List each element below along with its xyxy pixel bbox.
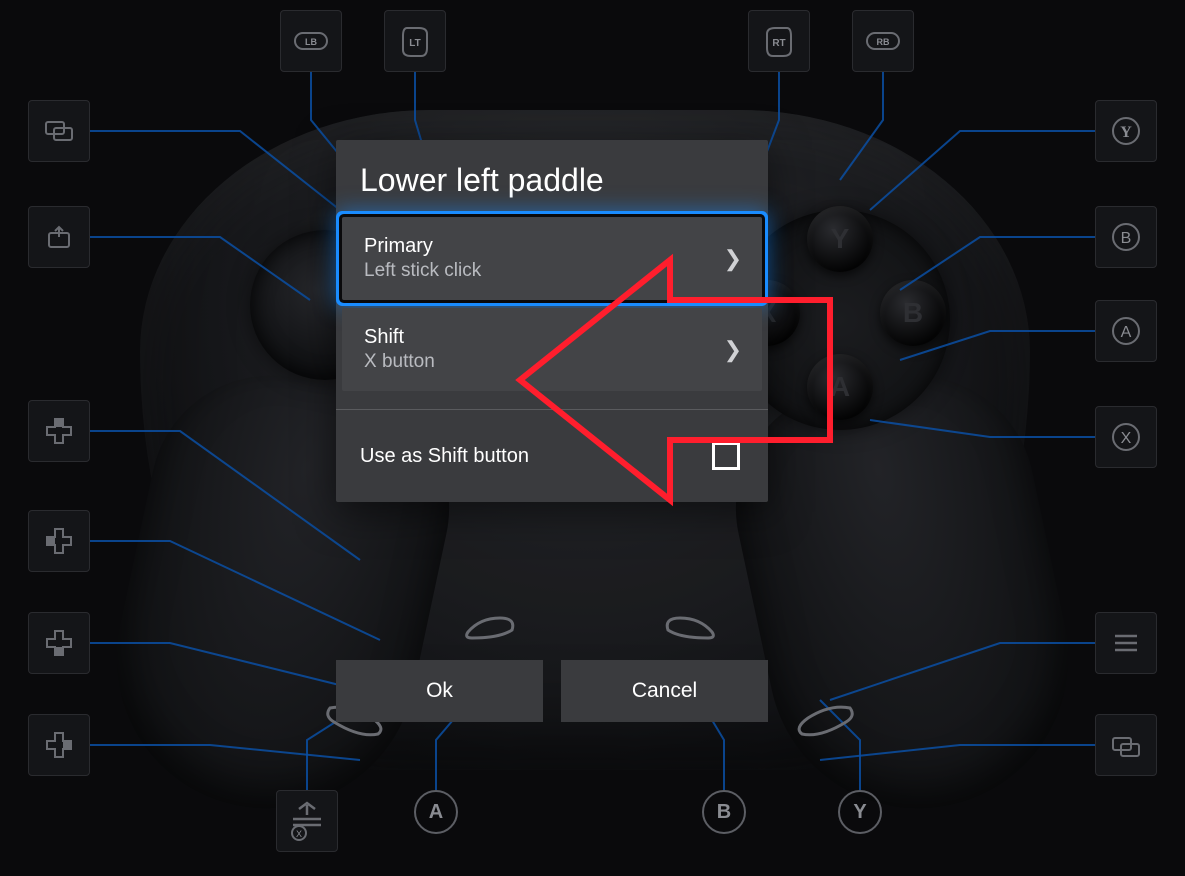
view-button-icon <box>44 120 74 142</box>
map-slot-x[interactable]: X <box>1095 406 1157 468</box>
map-slot-a[interactable]: A <box>1095 300 1157 362</box>
dpad-up-icon <box>45 417 73 445</box>
map-slot-paddle-a[interactable]: A <box>414 790 458 834</box>
svg-text:B: B <box>1121 230 1132 247</box>
left-stick-shift-icon: X <box>287 801 327 841</box>
svg-text:RB: RB <box>877 37 890 47</box>
share-button-icon <box>45 225 73 249</box>
chevron-right-icon: ❯ <box>724 246 742 272</box>
paddle-lower-right-icon <box>790 700 860 740</box>
paddle-mapping-dialog: Lower left paddle Primary Left stick cli… <box>336 140 768 502</box>
map-slot-menu[interactable] <box>1095 612 1157 674</box>
face-button-y: Y <box>807 206 873 272</box>
rb-icon: RB <box>865 29 901 53</box>
use-as-shift-row[interactable]: Use as Shift button <box>336 410 768 502</box>
map-slot-view[interactable] <box>28 100 90 162</box>
use-as-shift-label: Use as Shift button <box>360 445 529 468</box>
map-slot-dpad-down[interactable] <box>28 612 90 674</box>
dpad-down-icon <box>45 629 73 657</box>
cancel-button[interactable]: Cancel <box>561 660 768 722</box>
svg-text:Y: Y <box>1120 124 1132 141</box>
face-button-a: A <box>807 354 873 420</box>
map-slot-paddle-y[interactable]: Y <box>838 790 882 834</box>
ok-button[interactable]: Ok <box>336 660 543 722</box>
x-label-icon: X <box>1111 422 1141 452</box>
primary-label: Primary <box>364 235 740 258</box>
dpad-right-icon <box>45 731 73 759</box>
rt-icon: RT <box>763 24 795 58</box>
svg-text:LB: LB <box>305 37 317 47</box>
map-slot-rb[interactable]: RB <box>852 10 914 72</box>
lb-icon: LB <box>293 29 329 53</box>
shift-value: X button <box>364 351 740 373</box>
map-slot-right-stick[interactable] <box>1095 714 1157 776</box>
shift-label: Shift <box>364 326 740 349</box>
use-as-shift-checkbox[interactable] <box>712 442 740 470</box>
map-slot-y[interactable]: Y <box>1095 100 1157 162</box>
map-slot-left-stick-shift[interactable]: X <box>276 790 338 852</box>
svg-text:X: X <box>1121 430 1132 447</box>
primary-mapping-option[interactable]: Primary Left stick click ❯ <box>342 217 762 300</box>
a-label-icon: A <box>1111 316 1141 346</box>
map-slot-b[interactable]: B <box>1095 206 1157 268</box>
primary-value: Left stick click <box>364 260 740 282</box>
map-slot-rt[interactable]: RT <box>748 10 810 72</box>
map-slot-share[interactable] <box>28 206 90 268</box>
map-slot-paddle-b[interactable]: B <box>702 790 746 834</box>
svg-text:LT: LT <box>409 38 420 49</box>
y-label-icon: Y <box>1111 116 1141 146</box>
map-slot-dpad-right[interactable] <box>28 714 90 776</box>
paddle-upper-left-icon <box>460 612 520 642</box>
shift-mapping-option[interactable]: Shift X button ❯ <box>342 308 762 391</box>
xbox-accessories-mapping-screen: Y B A X <box>0 0 1185 876</box>
svg-text:A: A <box>1121 324 1132 341</box>
right-stick-icon <box>1111 732 1141 758</box>
lt-icon: LT <box>399 24 431 58</box>
dialog-button-row: Ok Cancel <box>336 660 768 722</box>
b-label-icon: B <box>1111 222 1141 252</box>
svg-text:X: X <box>296 829 302 839</box>
svg-text:RT: RT <box>772 38 785 49</box>
face-button-b: B <box>880 280 946 346</box>
dpad-left-icon <box>45 527 73 555</box>
dialog-title: Lower left paddle <box>336 140 768 217</box>
map-slot-dpad-left[interactable] <box>28 510 90 572</box>
chevron-right-icon: ❯ <box>724 337 742 363</box>
paddle-upper-right-icon <box>660 612 720 642</box>
map-slot-dpad-up[interactable] <box>28 400 90 462</box>
map-slot-lt[interactable]: LT <box>384 10 446 72</box>
menu-button-icon <box>1113 633 1139 653</box>
map-slot-lb[interactable]: LB <box>280 10 342 72</box>
